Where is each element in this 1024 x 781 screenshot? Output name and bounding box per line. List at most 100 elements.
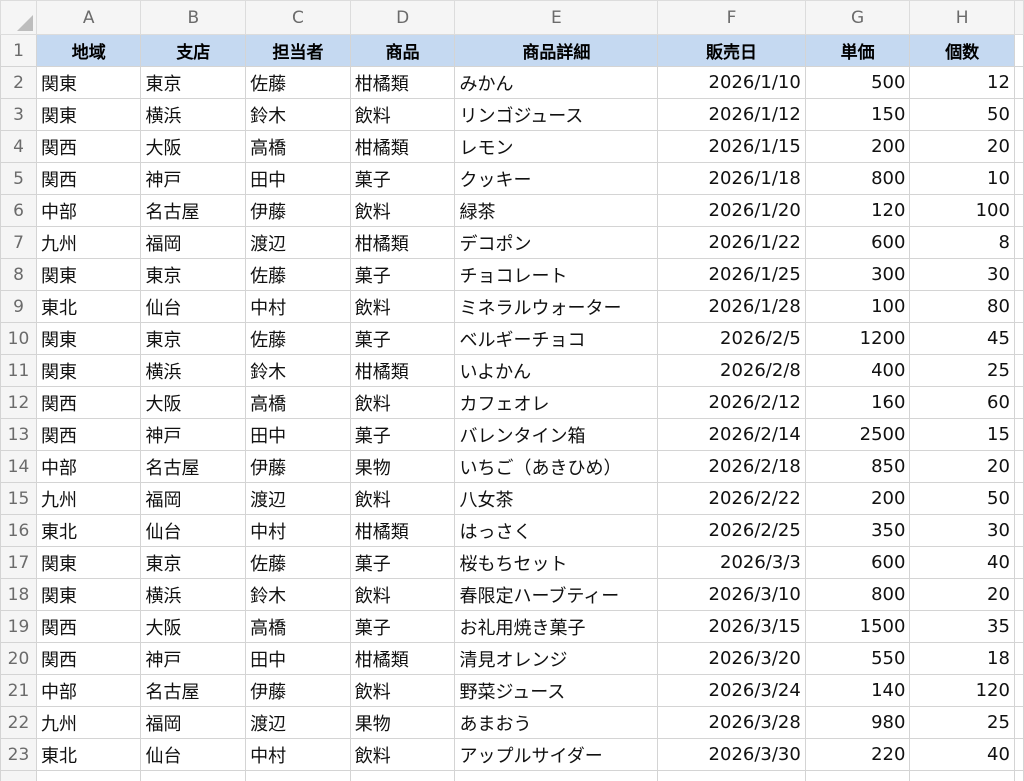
table-cell[interactable]: 佐藤 bbox=[245, 546, 351, 579]
table-cell[interactable]: 八女茶 bbox=[454, 482, 659, 515]
table-cell[interactable]: 100 bbox=[909, 194, 1015, 227]
row-number[interactable]: 19 bbox=[0, 610, 37, 643]
table-cell[interactable]: 東京 bbox=[140, 322, 247, 355]
table-cell[interactable]: 2026/3/10 bbox=[657, 578, 806, 611]
table-cell[interactable]: 20 bbox=[909, 450, 1015, 483]
table-cell[interactable]: 120 bbox=[804, 194, 911, 227]
table-cell[interactable]: 横浜 bbox=[140, 354, 247, 387]
table-cell[interactable]: 田中 bbox=[245, 418, 351, 451]
header-cell[interactable]: 商品 bbox=[349, 34, 456, 67]
table-cell[interactable]: 仙台 bbox=[140, 514, 247, 547]
table-cell[interactable]: 横浜 bbox=[140, 98, 247, 131]
table-cell[interactable] bbox=[349, 770, 456, 781]
table-cell[interactable]: 佐藤 bbox=[245, 66, 351, 99]
table-cell[interactable]: 飲料 bbox=[349, 194, 456, 227]
row-number[interactable]: 18 bbox=[0, 578, 37, 611]
table-cell[interactable]: 220 bbox=[804, 738, 911, 771]
select-all-corner[interactable] bbox=[0, 0, 37, 35]
table-cell[interactable]: 45 bbox=[909, 322, 1015, 355]
table-cell[interactable]: 25 bbox=[909, 354, 1015, 387]
table-cell[interactable]: はっさく bbox=[454, 514, 659, 547]
table-cell[interactable]: 大阪 bbox=[140, 610, 247, 643]
table-cell[interactable]: 飲料 bbox=[349, 98, 456, 131]
table-cell[interactable]: 関西 bbox=[35, 642, 142, 675]
table-cell[interactable]: 50 bbox=[909, 98, 1015, 131]
header-cell[interactable]: 担当者 bbox=[245, 34, 351, 67]
table-cell[interactable]: 80 bbox=[909, 290, 1015, 323]
table-cell[interactable]: 2026/1/20 bbox=[657, 194, 806, 227]
table-cell[interactable]: 2026/2/22 bbox=[657, 482, 806, 515]
table-cell[interactable]: いちご（あきひめ） bbox=[454, 450, 659, 483]
header-cell[interactable]: 地域 bbox=[35, 34, 142, 67]
table-cell[interactable]: 2026/3/20 bbox=[657, 642, 806, 675]
row-number[interactable]: 17 bbox=[0, 546, 37, 579]
table-cell[interactable]: 20 bbox=[909, 578, 1015, 611]
table-cell[interactable]: 2026/1/25 bbox=[657, 258, 806, 291]
table-cell[interactable]: 中村 bbox=[245, 738, 351, 771]
row-number[interactable]: 3 bbox=[0, 98, 37, 131]
table-cell[interactable]: ミネラルウォーター bbox=[454, 290, 659, 323]
table-cell[interactable]: 伊藤 bbox=[245, 450, 351, 483]
table-cell[interactable]: 緑茶 bbox=[454, 194, 659, 227]
table-cell[interactable]: 18 bbox=[909, 642, 1015, 675]
table-cell[interactable]: 2026/3/28 bbox=[657, 706, 806, 739]
table-cell[interactable]: 菓子 bbox=[349, 322, 456, 355]
table-cell[interactable]: 60 bbox=[909, 386, 1015, 419]
table-cell[interactable]: 中部 bbox=[35, 194, 142, 227]
table-cell[interactable] bbox=[140, 770, 247, 781]
row-number[interactable] bbox=[0, 770, 37, 781]
table-cell[interactable]: 名古屋 bbox=[140, 194, 247, 227]
table-cell[interactable]: 35 bbox=[909, 610, 1015, 643]
table-cell[interactable]: 飲料 bbox=[349, 578, 456, 611]
row-number[interactable]: 13 bbox=[0, 418, 37, 451]
table-cell[interactable]: 400 bbox=[804, 354, 911, 387]
table-cell[interactable]: 2026/3/24 bbox=[657, 674, 806, 707]
header-cell[interactable]: 個数 bbox=[909, 34, 1015, 67]
table-cell[interactable]: 鈴木 bbox=[245, 354, 351, 387]
table-cell[interactable]: 渡辺 bbox=[245, 482, 351, 515]
table-cell[interactable]: 九州 bbox=[35, 706, 142, 739]
table-cell[interactable]: 飲料 bbox=[349, 290, 456, 323]
table-cell[interactable]: いよかん bbox=[454, 354, 659, 387]
table-cell[interactable]: 関東 bbox=[35, 354, 142, 387]
table-cell[interactable]: 関西 bbox=[35, 610, 142, 643]
table-cell[interactable]: 980 bbox=[804, 706, 911, 739]
table-cell[interactable]: クッキー bbox=[454, 162, 659, 195]
table-cell[interactable]: リンゴジュース bbox=[454, 98, 659, 131]
table-cell[interactable]: 飲料 bbox=[349, 738, 456, 771]
table-cell[interactable]: 中部 bbox=[35, 450, 142, 483]
table-cell[interactable]: 2026/1/10 bbox=[657, 66, 806, 99]
table-cell[interactable]: 鈴木 bbox=[245, 578, 351, 611]
table-cell[interactable]: 果物 bbox=[349, 450, 456, 483]
table-cell[interactable]: 大阪 bbox=[140, 386, 247, 419]
table-cell[interactable]: 東京 bbox=[140, 546, 247, 579]
table-cell[interactable]: 600 bbox=[804, 546, 911, 579]
table-cell[interactable]: 300 bbox=[804, 258, 911, 291]
table-cell[interactable]: 800 bbox=[804, 578, 911, 611]
table-cell[interactable]: 菓子 bbox=[349, 162, 456, 195]
table-cell[interactable]: 140 bbox=[804, 674, 911, 707]
table-cell[interactable]: 関東 bbox=[35, 98, 142, 131]
header-cell[interactable]: 商品詳細 bbox=[454, 34, 659, 67]
column-header-c[interactable]: C bbox=[245, 0, 351, 35]
table-cell[interactable]: 中村 bbox=[245, 514, 351, 547]
table-cell[interactable]: 2026/2/5 bbox=[657, 322, 806, 355]
row-number[interactable]: 11 bbox=[0, 354, 37, 387]
table-cell[interactable]: 飲料 bbox=[349, 386, 456, 419]
row-number[interactable]: 16 bbox=[0, 514, 37, 547]
table-cell[interactable]: 菓子 bbox=[349, 546, 456, 579]
table-cell[interactable]: 関西 bbox=[35, 130, 142, 163]
table-cell[interactable]: 40 bbox=[909, 546, 1015, 579]
table-cell[interactable]: 100 bbox=[804, 290, 911, 323]
table-cell[interactable]: 2026/2/14 bbox=[657, 418, 806, 451]
table-cell[interactable]: 関東 bbox=[35, 66, 142, 99]
row-number[interactable]: 21 bbox=[0, 674, 37, 707]
table-cell[interactable]: 柑橘類 bbox=[349, 66, 456, 99]
table-cell[interactable]: 200 bbox=[804, 130, 911, 163]
table-cell[interactable]: 田中 bbox=[245, 162, 351, 195]
table-cell[interactable]: 30 bbox=[909, 514, 1015, 547]
table-cell[interactable]: 福岡 bbox=[140, 706, 247, 739]
row-number[interactable]: 12 bbox=[0, 386, 37, 419]
table-cell[interactable]: 飲料 bbox=[349, 674, 456, 707]
table-cell[interactable]: 関東 bbox=[35, 322, 142, 355]
